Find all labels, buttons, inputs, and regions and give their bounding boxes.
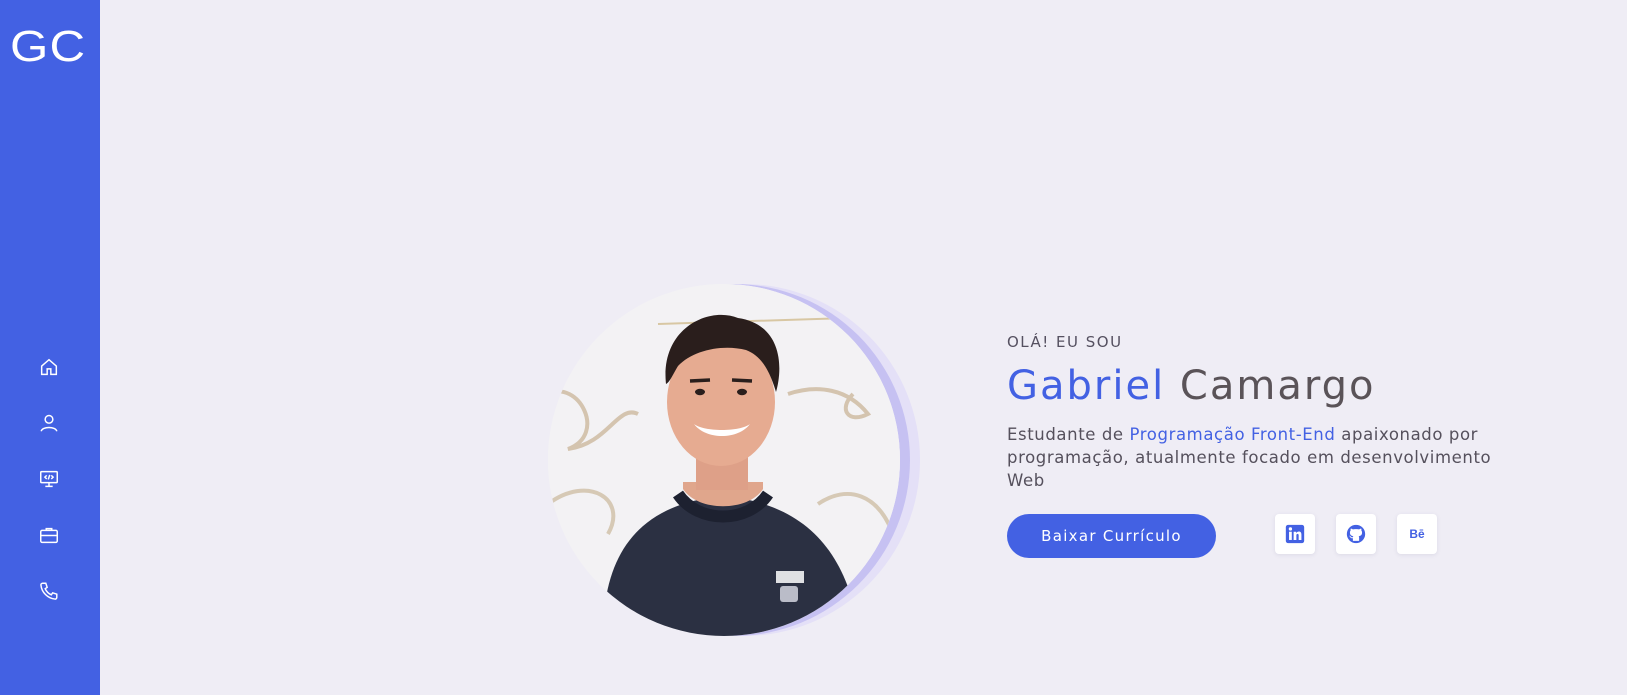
profile-photo <box>548 284 900 636</box>
github-link[interactable] <box>1336 514 1376 554</box>
behance-icon: Bē <box>1409 527 1425 541</box>
github-icon <box>1346 524 1366 544</box>
sidebar: GC <box>0 0 100 695</box>
linkedin-icon <box>1285 524 1305 544</box>
greeting: OLÁ! EU SOU <box>1007 333 1123 351</box>
page-title: Gabriel Camargo <box>1007 363 1507 409</box>
description: Estudante de Programação Front-End apaix… <box>1007 423 1497 492</box>
last-name: Camargo <box>1179 363 1376 409</box>
logo[interactable]: GC <box>10 22 86 72</box>
hero-section: OLÁ! EU SOU Gabriel Camargo Estudante de… <box>1007 333 1507 560</box>
nav-contact[interactable] <box>36 578 62 604</box>
behance-link[interactable]: Bē <box>1397 514 1437 554</box>
nav-home[interactable] <box>36 354 62 380</box>
phone-icon <box>40 582 58 600</box>
profile-photo-frame <box>548 284 938 636</box>
linkedin-link[interactable] <box>1275 514 1315 554</box>
user-icon <box>40 414 58 432</box>
first-name: Gabriel <box>1007 363 1166 409</box>
nav-skills[interactable] <box>36 466 62 492</box>
hero-actions: Baixar Currículo Bē <box>1007 514 1507 560</box>
download-cv-button[interactable]: Baixar Currículo <box>1007 514 1216 558</box>
home-icon <box>40 358 58 376</box>
monitor-code-icon <box>40 470 58 488</box>
briefcase-icon <box>40 527 58 544</box>
profile-photo-illustration <box>548 284 900 636</box>
svg-text:Bē: Bē <box>1409 527 1425 541</box>
description-prefix: Estudante de <box>1007 425 1130 444</box>
nav-about[interactable] <box>36 410 62 436</box>
description-highlight: Programação Front-End <box>1129 425 1336 444</box>
nav-portfolio[interactable] <box>36 522 62 548</box>
